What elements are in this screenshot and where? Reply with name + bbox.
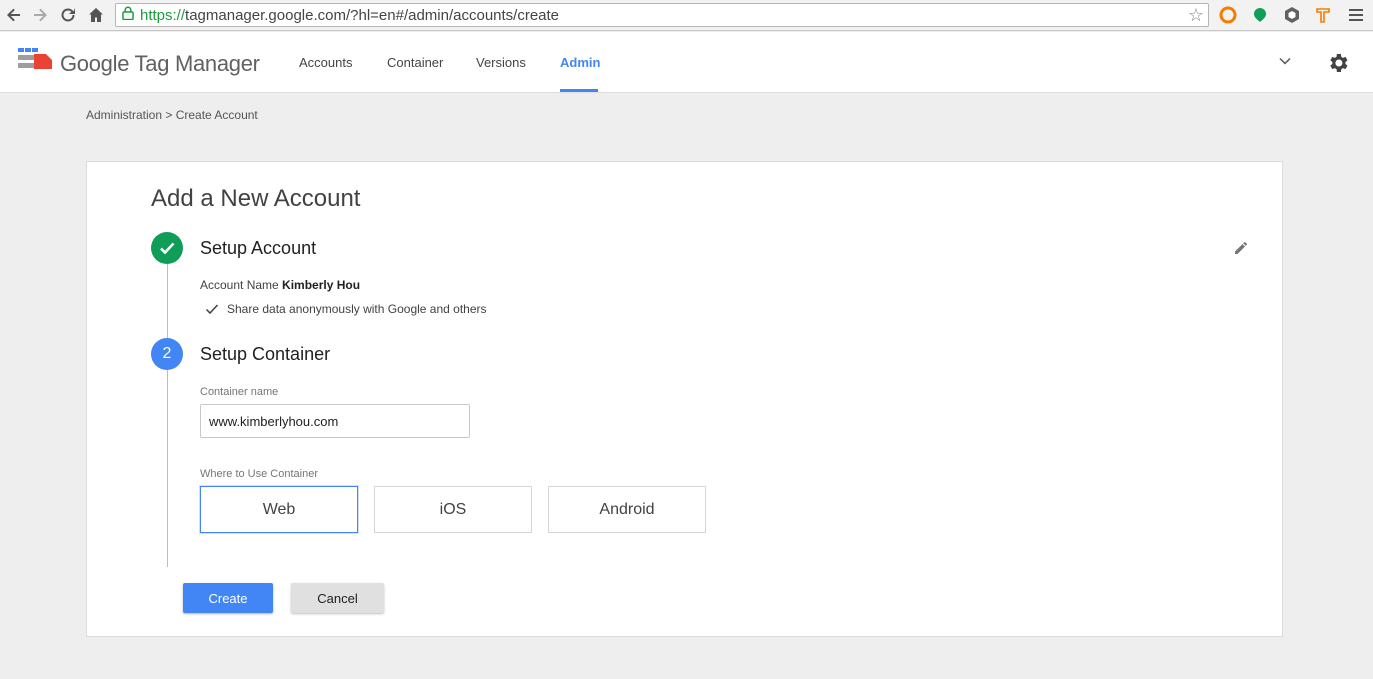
step-setup-container-title: Setup Container bbox=[200, 344, 331, 364]
nav-container[interactable]: Container bbox=[387, 55, 443, 70]
back-arrow-icon[interactable] bbox=[3, 4, 25, 26]
active-nav-indicator bbox=[560, 89, 598, 92]
product-name[interactable]: Google Tag Manager bbox=[60, 51, 260, 77]
share-data-text: Share data anonymously with Google and o… bbox=[227, 302, 487, 316]
nav-versions[interactable]: Versions bbox=[476, 55, 526, 70]
breadcrumb[interactable]: Administration > Create Account bbox=[86, 108, 258, 122]
url-text: tagmanager.google.com/?hl=en#/admin/acco… bbox=[185, 6, 560, 24]
platform-ios-button[interactable]: iOS bbox=[374, 486, 532, 533]
browser-menu-icon[interactable] bbox=[1346, 5, 1366, 25]
url-scheme: https:// bbox=[140, 6, 186, 24]
address-bar[interactable]: https://tagmanager.google.com/?hl=en#/ad… bbox=[115, 3, 1209, 27]
account-name-value: Kimberly Hou bbox=[282, 278, 361, 292]
lock-icon bbox=[122, 6, 134, 24]
bookmark-star-icon[interactable]: ☆ bbox=[1188, 5, 1204, 26]
page-title: Add a New Account bbox=[151, 185, 361, 212]
account-name-line: Account Name Kimberly Hou bbox=[200, 278, 360, 292]
browser-toolbar: https://tagmanager.google.com/?hl=en#/ad… bbox=[0, 0, 1373, 31]
step-setup-account-title: Setup Account bbox=[200, 238, 317, 258]
create-button[interactable]: Create bbox=[183, 583, 273, 613]
step-complete-check-icon bbox=[151, 232, 183, 264]
gear-icon[interactable] bbox=[1326, 51, 1350, 80]
checkmark-icon bbox=[205, 304, 219, 315]
forward-arrow-icon[interactable] bbox=[29, 4, 51, 26]
extension-tool-icon[interactable] bbox=[1314, 5, 1334, 25]
tag-manager-logo-icon[interactable] bbox=[18, 48, 52, 76]
step-connector bbox=[167, 264, 168, 338]
step-connector bbox=[167, 370, 168, 567]
where-to-use-label: Where to Use Container bbox=[200, 468, 318, 480]
extension-green-icon[interactable] bbox=[1250, 5, 1270, 25]
extension-orange-icon[interactable] bbox=[1218, 5, 1238, 25]
nav-accounts[interactable]: Accounts bbox=[299, 55, 352, 70]
account-name-label: Account Name bbox=[200, 278, 279, 292]
cancel-button[interactable]: Cancel bbox=[291, 583, 384, 613]
extension-hexagon-icon[interactable] bbox=[1282, 5, 1302, 25]
chevron-down-icon[interactable] bbox=[1278, 54, 1292, 73]
nav-admin[interactable]: Admin bbox=[560, 55, 600, 70]
app-header: Google Tag Manager Accounts Container Ve… bbox=[0, 32, 1373, 93]
container-name-label: Container name bbox=[200, 386, 279, 398]
platform-web-button[interactable]: Web bbox=[200, 486, 358, 533]
create-account-card: Add a New Account Setup Account Account … bbox=[86, 161, 1283, 637]
pencil-edit-icon[interactable] bbox=[1233, 240, 1249, 261]
step-number-badge: 2 bbox=[151, 338, 183, 370]
platform-android-button[interactable]: Android bbox=[548, 486, 706, 533]
home-icon[interactable] bbox=[85, 4, 107, 26]
container-name-input[interactable] bbox=[200, 404, 470, 438]
share-data-line: Share data anonymously with Google and o… bbox=[205, 302, 487, 316]
reload-icon[interactable] bbox=[57, 4, 79, 26]
